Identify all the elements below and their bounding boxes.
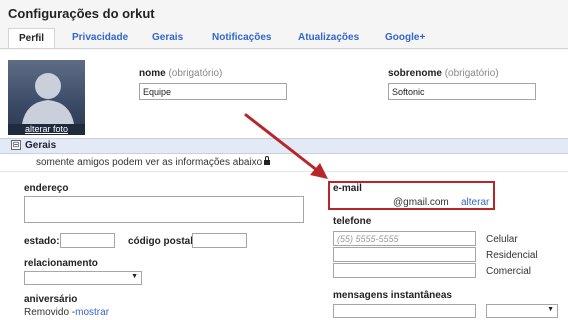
privacy-note-text: somente amigos podem ver as informações …	[36, 157, 263, 168]
aniversario-status-text: Removido -	[24, 307, 76, 318]
nome-required-hint: (obrigatório)	[168, 68, 223, 79]
sobrenome-field[interactable]	[388, 83, 536, 100]
im-field[interactable]	[333, 304, 476, 318]
tab-gerais[interactable]: Gerais	[152, 28, 183, 48]
annotation-arrow-icon	[244, 113, 328, 179]
sobrenome-label: sobrenome (obrigatório)	[388, 68, 499, 79]
mostrar-link[interactable]: mostrar	[75, 307, 109, 318]
phone-type-residencial: Residencial	[486, 250, 538, 261]
tab-google-plus[interactable]: Google+	[385, 28, 425, 48]
estado-label: estado:	[24, 236, 60, 247]
telefone-label: telefone	[333, 216, 372, 227]
sobrenome-required-hint: (obrigatório)	[444, 68, 499, 79]
chevron-down-icon: ▼	[547, 306, 554, 313]
codigo-postal-field[interactable]	[192, 233, 247, 248]
aniversario-label: aniversário	[24, 294, 78, 305]
im-service-select[interactable]: ▼	[486, 304, 558, 318]
sobrenome-label-text: sobrenome	[388, 68, 442, 79]
phone-comercial-field[interactable]	[333, 263, 476, 278]
tab-atualizacoes[interactable]: Atualizações	[298, 28, 359, 48]
endereco-label: endereço	[24, 183, 69, 194]
relacionamento-label: relacionamento	[24, 258, 98, 269]
section-title: Gerais	[25, 140, 57, 151]
phone-type-celular: Celular	[486, 234, 518, 245]
relacionamento-select[interactable]: ▼	[24, 271, 142, 285]
nome-label: nome (obrigatório)	[139, 68, 222, 79]
page-title: Configurações do orkut	[8, 6, 155, 21]
tab-perfil[interactable]: Perfil	[8, 28, 56, 49]
chevron-down-icon: ▼	[131, 273, 138, 280]
im-label: mensagens instantâneas	[333, 290, 452, 301]
phone-celular-field[interactable]: (55) 5555-5555	[333, 231, 476, 246]
tab-notificacoes[interactable]: Notificações	[212, 28, 271, 48]
phone-type-comercial: Comercial	[486, 266, 532, 277]
tab-divider	[0, 48, 568, 49]
collapse-icon[interactable]: ⊟	[11, 140, 21, 150]
endereco-field[interactable]	[24, 196, 304, 223]
avatar	[8, 60, 85, 134]
default-avatar-icon	[22, 73, 74, 124]
change-photo-link[interactable]: alterar foto	[8, 124, 85, 135]
tab-privacidade[interactable]: Privacidade	[72, 28, 128, 48]
estado-field[interactable]	[60, 233, 115, 248]
phone-residencial-field[interactable]	[333, 247, 476, 262]
email-highlight-box	[328, 181, 495, 210]
nome-label-text: nome	[139, 68, 166, 79]
codigo-postal-label: código postal:	[128, 236, 197, 247]
nome-field[interactable]	[139, 83, 287, 100]
aniversario-status: Removido -mostrar	[24, 307, 109, 318]
